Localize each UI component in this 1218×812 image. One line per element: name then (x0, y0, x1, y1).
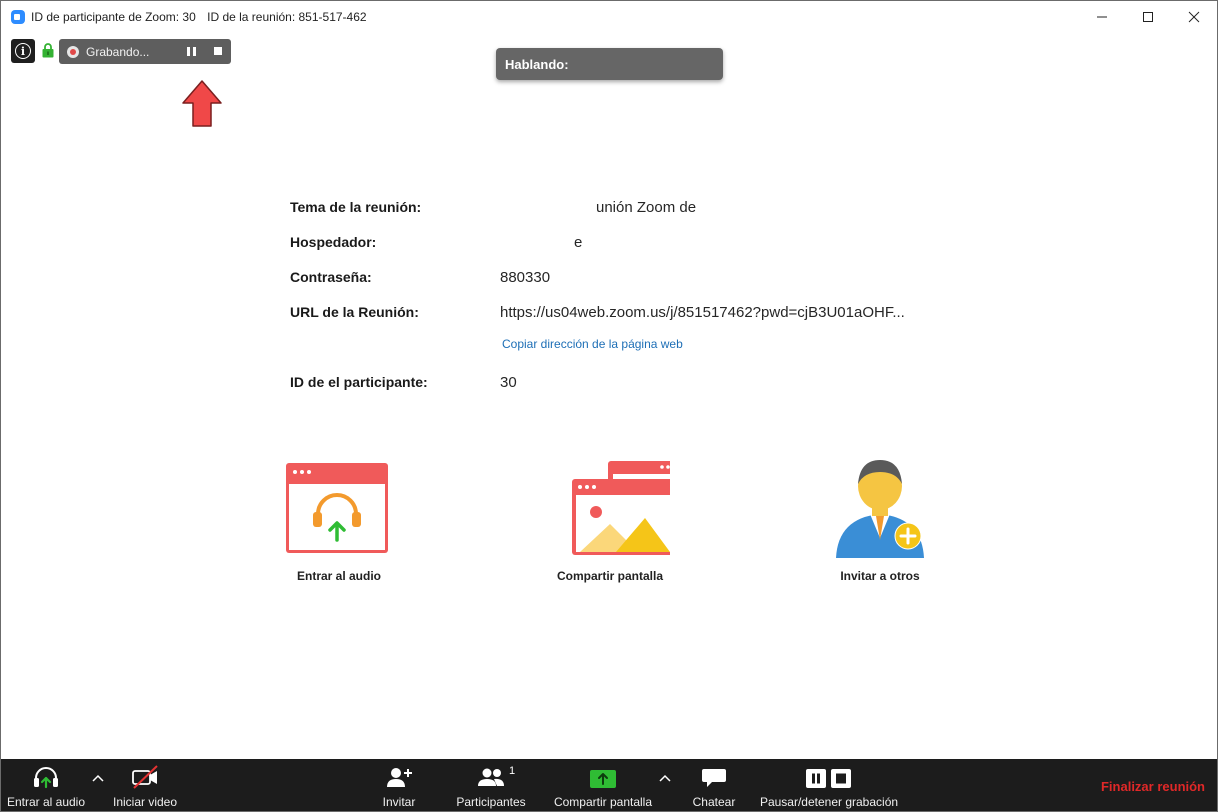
invite-others-tile[interactable]: Invitar a otros (800, 456, 960, 586)
close-button[interactable] (1171, 1, 1217, 32)
chat-button[interactable]: Chatear (689, 759, 739, 811)
share-screen-toolbar-label: Compartir pantalla (553, 795, 653, 809)
meeting-toolbar: Entrar al audio Iniciar video Invitar Pa… (1, 759, 1217, 811)
video-off-icon (132, 765, 158, 789)
chat-bubble-icon (702, 769, 726, 787)
add-person-icon (387, 768, 412, 787)
minimize-button[interactable] (1079, 1, 1125, 32)
stop-recording-button[interactable] (214, 47, 222, 55)
pause-stop-icon (806, 769, 851, 788)
invite-others-label: Invitar a otros (840, 569, 920, 583)
audio-headphones-icon (286, 463, 388, 553)
window-title: ID de participante de Zoom: 30 ID de la … (31, 10, 367, 24)
title-meeting-id: ID de la reunión: 851-517-462 (207, 9, 367, 24)
maximize-icon (1143, 11, 1153, 22)
start-video-button[interactable]: Iniciar video (109, 759, 181, 811)
recording-icon (67, 45, 79, 58)
share-options-caret-icon[interactable] (659, 773, 671, 783)
invite-label: Invitar (382, 795, 416, 809)
invite-person-icon (836, 460, 924, 558)
pause-recording-button[interactable] (187, 47, 196, 56)
red-arrow-annotation (182, 80, 222, 127)
host-value: e (574, 234, 583, 251)
participants-count: 1 (509, 765, 516, 777)
join-audio-label: Entrar al audio (296, 569, 382, 583)
participant-id-value: 30 (500, 374, 517, 391)
recording-status-bar: Grabando... (59, 39, 231, 64)
participants-button[interactable]: Participantes (453, 759, 529, 811)
participants-icon (478, 768, 504, 786)
share-screen-tile[interactable]: Compartir pantalla (530, 456, 690, 586)
title-bar: ID de participante de Zoom: 30 ID de la … (1, 1, 1217, 32)
zoom-meeting-window: ID de participante de Zoom: 30 ID de la … (0, 0, 1218, 812)
topic-label: Tema de la reunión: (290, 199, 422, 215)
password-value: 880330 (500, 269, 551, 286)
participants-label: Participantes (456, 795, 526, 809)
join-audio-tile[interactable]: Entrar al audio (259, 456, 419, 586)
start-video-label: Iniciar video (112, 795, 178, 809)
window-controls (1079, 1, 1217, 32)
close-icon (1188, 11, 1200, 22)
password-label: Contraseña: (290, 269, 372, 285)
invite-button[interactable]: Invitar (373, 759, 425, 811)
url-label: URL de la Reunión: (290, 304, 419, 320)
pause-stop-recording-button[interactable]: Pausar/detener grabación (758, 759, 900, 811)
info-icon: i (15, 43, 31, 59)
join-audio-toolbar-label: Entrar al audio (6, 795, 86, 809)
end-meeting-button[interactable]: Finalizar reunión (1101, 779, 1205, 794)
chat-label: Chatear (692, 795, 736, 809)
maximize-button[interactable] (1125, 1, 1171, 32)
share-screen-arrow-icon (590, 770, 616, 788)
headphones-icon (34, 767, 58, 789)
minimize-icon (1097, 16, 1107, 17)
zoom-app-icon (11, 9, 25, 24)
host-label: Hospedador: (290, 234, 377, 250)
join-audio-button[interactable]: Entrar al audio (5, 759, 87, 811)
title-participant-id: ID de participante de Zoom: 30 (31, 9, 196, 24)
topic-value: unión Zoom de (596, 199, 697, 216)
share-screen-label: Compartir pantalla (556, 569, 664, 583)
share-screen-icon (572, 461, 670, 555)
recording-label: Grabando... (86, 44, 150, 59)
participant-id-label: ID de el participante: (290, 374, 428, 390)
speaking-label: Hablando: (505, 56, 569, 72)
share-screen-button[interactable]: Compartir pantalla (550, 759, 656, 811)
meeting-info-button[interactable]: i (11, 39, 35, 63)
audio-options-caret-icon[interactable] (92, 773, 104, 783)
copy-url-link[interactable]: Copiar dirección de la página web (502, 337, 683, 351)
lock-icon (42, 43, 54, 58)
url-value: https://us04web.zoom.us/j/851517462?pwd=… (500, 304, 905, 321)
pause-stop-recording-label: Pausar/detener grabación (759, 795, 899, 809)
speaking-indicator: Hablando: (496, 48, 723, 80)
